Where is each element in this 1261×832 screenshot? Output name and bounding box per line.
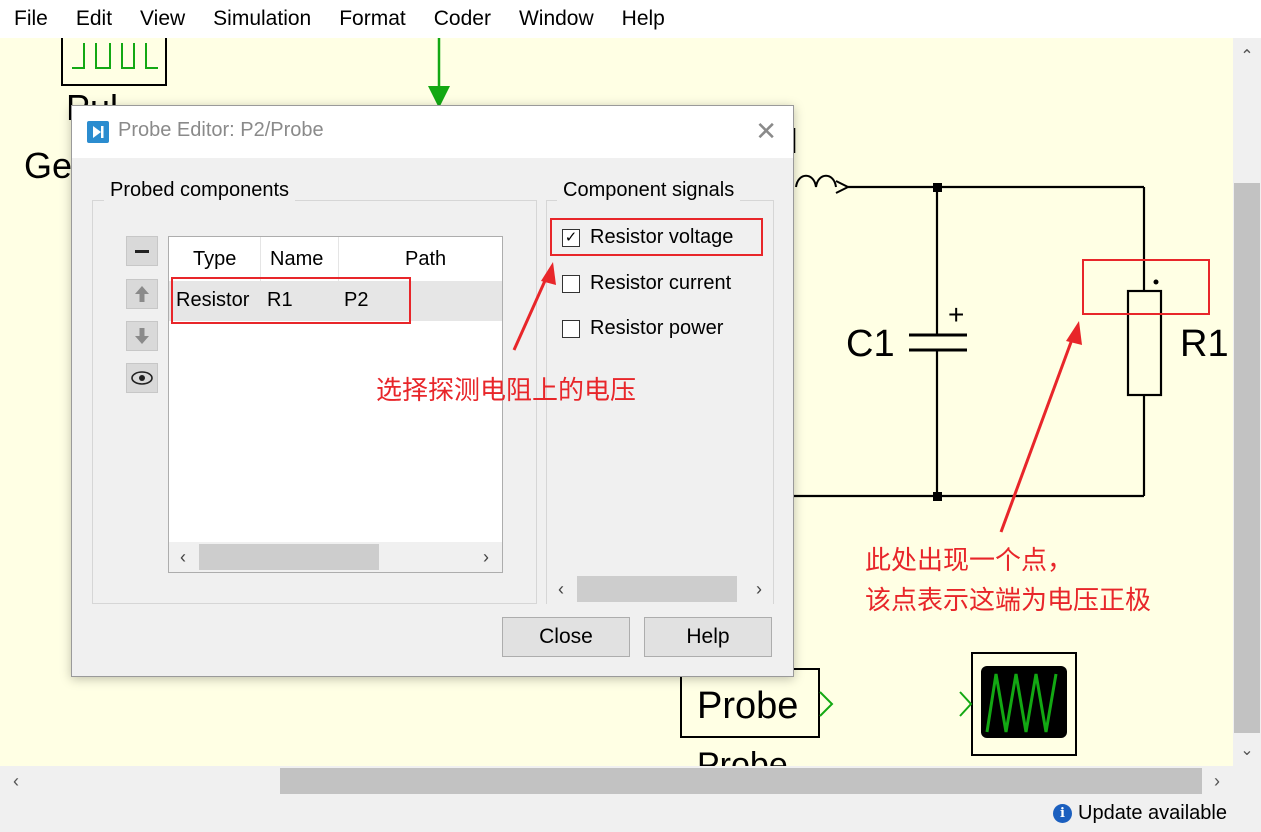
annotation-voltage-box [550, 218, 763, 256]
signals-scroll-right-icon[interactable]: › [745, 574, 773, 604]
scope-block[interactable] [959, 652, 1077, 756]
probe-caption: Probe [697, 746, 788, 766]
show-button[interactable] [126, 363, 158, 393]
menu-help[interactable]: Help [608, 0, 679, 38]
minus-icon [135, 249, 149, 253]
probed-components-label: Probed components [104, 179, 296, 202]
menu-file[interactable]: File [0, 0, 62, 38]
table-header: Type Name Path [169, 237, 502, 281]
signal-resistor-power[interactable]: Resistor power [562, 317, 723, 340]
scroll-down-icon[interactable]: ⌄ [1233, 736, 1261, 764]
table-scroll-right-icon[interactable]: › [472, 542, 500, 572]
menu-coder[interactable]: Coder [420, 0, 505, 38]
canvas-horizontal-scrollbar[interactable]: ‹ › [0, 766, 1233, 796]
annotation-row-box [171, 277, 411, 324]
dialog-title: Probe Editor: P2/Probe [118, 119, 324, 141]
menu-view[interactable]: View [126, 0, 199, 38]
column-path[interactable]: Path [339, 237, 502, 281]
signal-label: Resistor current [590, 272, 732, 294]
menu-bar: File Edit View Simulation Format Coder W… [0, 0, 1261, 38]
menu-simulation[interactable]: Simulation [199, 0, 325, 38]
dialog-titlebar[interactable]: Probe Editor: P2/Probe ✕ [72, 106, 793, 158]
table-scroll-left-icon[interactable]: ‹ [169, 542, 197, 572]
column-type[interactable]: Type [169, 237, 261, 281]
status-bar: i Update available [0, 796, 1261, 832]
signals-scroll-left-icon[interactable]: ‹ [547, 574, 575, 604]
signals-scroll-thumb[interactable] [577, 576, 737, 602]
close-button[interactable]: Close [502, 617, 630, 657]
signals-horizontal-scrollbar[interactable]: ‹ › [547, 574, 773, 604]
scrollbar-corner [1233, 766, 1261, 796]
update-available-text: Update available [1078, 802, 1227, 824]
horizontal-scroll-thumb[interactable] [280, 768, 1202, 794]
annotation-dot-box [1082, 259, 1210, 315]
capacitor-plus-label: + [948, 299, 964, 330]
green-signal-arrow [428, 38, 450, 108]
junction-dot-top [933, 183, 942, 192]
column-name[interactable]: Name [261, 237, 339, 281]
table-horizontal-scrollbar[interactable]: ‹ › [169, 542, 502, 572]
eye-icon [131, 371, 153, 385]
scroll-right-icon[interactable]: › [1203, 766, 1231, 796]
menu-format[interactable]: Format [325, 0, 420, 38]
signal-resistor-current[interactable]: Resistor current [562, 272, 731, 295]
arrow-up-icon [135, 286, 149, 302]
arrow-down-icon [135, 328, 149, 344]
scroll-left-icon[interactable]: ‹ [2, 766, 30, 796]
checkbox-unchecked-icon[interactable] [562, 274, 580, 293]
resistor-r1-label: R1 [1180, 323, 1229, 365]
info-icon: i [1053, 804, 1072, 823]
checkbox-unchecked-icon[interactable] [562, 319, 580, 338]
vertical-scroll-thumb[interactable] [1234, 183, 1260, 733]
menu-edit[interactable]: Edit [62, 0, 126, 38]
junction-dot-bottom [933, 492, 942, 501]
table-scroll-thumb[interactable] [199, 544, 379, 570]
remove-button[interactable] [126, 236, 158, 266]
probe-block-label: Probe [697, 685, 798, 727]
pulse-generator-block[interactable] [61, 38, 167, 86]
signal-label: Resistor power [590, 317, 724, 339]
component-signals-label: Component signals [557, 179, 741, 202]
annotation-dot-note-line2: 该点表示这端为电压正极 [865, 586, 1152, 616]
move-down-button[interactable] [126, 321, 158, 351]
canvas-vertical-scrollbar[interactable]: ⌃ ⌄ [1233, 38, 1261, 766]
capacitor-c1-label: C1 [846, 323, 895, 365]
scroll-up-icon[interactable]: ⌃ [1233, 42, 1261, 70]
move-up-button[interactable] [126, 279, 158, 309]
probe-editor-app-icon [87, 121, 109, 143]
capacitor-c1[interactable] [909, 333, 967, 352]
annotation-dot-note-line1: 此处出现一个点， [865, 546, 1074, 576]
menu-window[interactable]: Window [505, 0, 608, 38]
gen-label: Ge [24, 145, 72, 186]
close-icon[interactable]: ✕ [755, 118, 777, 144]
annotation-voltage-note: 选择探测电阻上的电压 [376, 376, 637, 406]
update-available-link[interactable]: i Update available [1053, 802, 1227, 825]
help-button[interactable]: Help [644, 617, 772, 657]
